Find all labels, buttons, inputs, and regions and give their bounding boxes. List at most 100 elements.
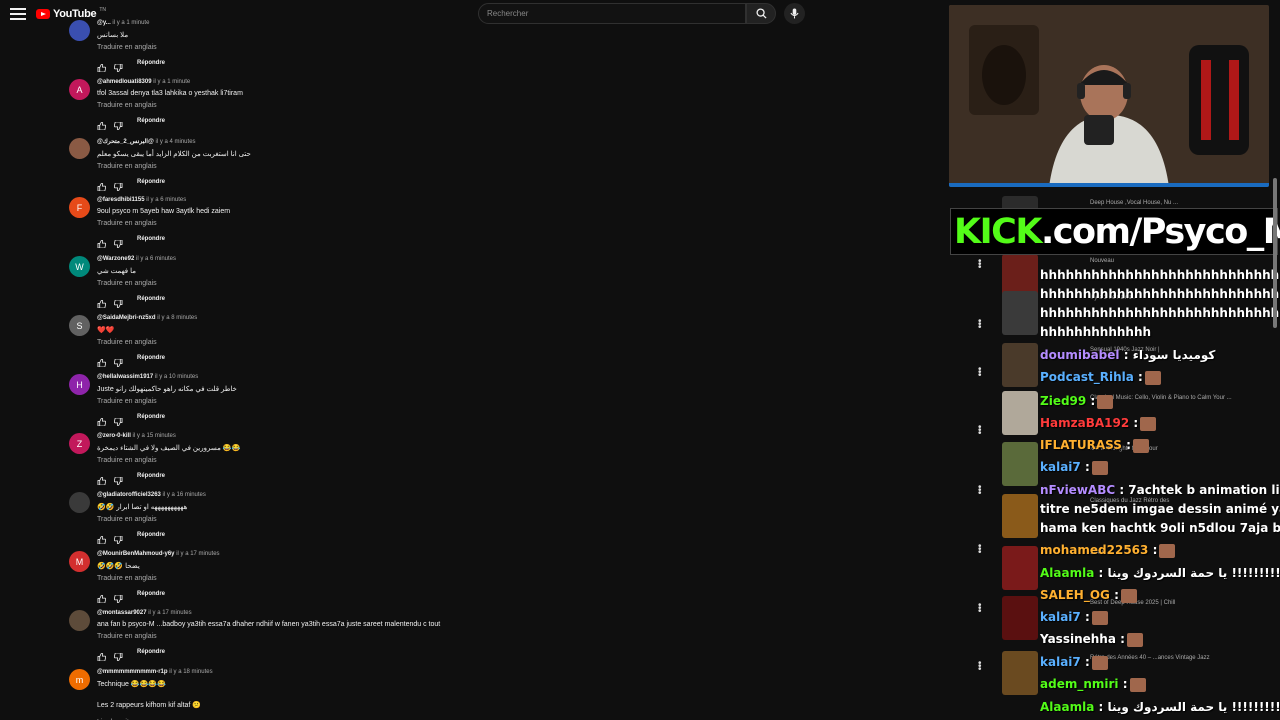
reply-button[interactable]: Répondre [137,236,165,242]
more-actions-icon[interactable]: • • • [978,317,982,333]
comment-time[interactable]: il y a 6 minutes [134,256,176,262]
translate-link[interactable]: Traduire en anglais [97,633,657,640]
commenter-avatar[interactable]: W [69,256,90,277]
comment-time[interactable]: il y a 18 minutes [168,669,212,675]
translate-link[interactable]: Traduire en anglais [97,44,657,51]
thumbs-down-icon[interactable] [113,354,123,368]
comment-author[interactable]: @zero-0-kill [97,433,131,439]
comment-time[interactable]: il y a 6 minutes [145,197,186,203]
translate-link[interactable]: Traduire en anglais [97,163,657,170]
thumbs-down-icon[interactable] [113,178,123,192]
chat-username[interactable]: HamzaBA192 [1040,416,1129,430]
chat-username[interactable]: IFLATURASS [1040,438,1122,452]
youtube-logo[interactable]: YouTube TN [36,7,106,20]
thumbs-up-icon[interactable] [97,413,107,427]
commenter-avatar[interactable]: M [69,551,90,572]
chat-username[interactable]: mohamed22563 [1040,543,1148,557]
thumbs-down-icon[interactable] [113,531,123,545]
comment-author[interactable]: @faresdhibi1155 [97,197,145,203]
thumbs-up-icon[interactable] [97,590,107,604]
commenter-avatar[interactable]: Z [69,433,90,454]
thumbs-up-icon[interactable] [97,472,107,486]
comment-time[interactable]: il y a 8 minutes [156,315,197,321]
translate-link[interactable]: Traduire en anglais [97,339,657,346]
translate-link[interactable]: Traduire en anglais [97,575,657,582]
thumbs-down-icon[interactable] [113,117,123,131]
comment-time[interactable]: il y a 1 minute [152,79,190,85]
thumbs-up-icon[interactable] [97,117,107,131]
comment-author[interactable]: @Warzone92 [97,256,134,262]
reply-button[interactable]: Répondre [137,296,165,302]
recommended-thumbnail[interactable] [1002,546,1038,590]
voice-search-button[interactable] [784,3,805,24]
recommended-title[interactable]: Deep House ,Vocal House, Nu ... [1090,200,1178,206]
recommended-thumbnail[interactable] [1002,343,1038,387]
comment-time[interactable]: il y a 10 minutes [153,374,198,380]
comment-author[interactable]: @SaidaMejbri-nz5xd [97,315,156,321]
reply-button[interactable]: Répondre [137,355,165,361]
reply-button[interactable]: Répondre [137,179,165,185]
chat-username[interactable]: nFviewABC [1040,483,1115,497]
thumbs-down-icon[interactable] [113,648,123,662]
comment-time[interactable]: il y a 16 minutes [161,492,206,498]
translate-link[interactable]: Traduire en anglais [97,220,657,227]
thumbs-down-icon[interactable] [113,295,123,309]
translate-link[interactable]: Traduire en anglais [97,102,657,109]
reply-button[interactable]: Répondre [137,473,165,479]
hamburger-menu-icon[interactable] [10,6,26,22]
comment-author[interactable]: @montassar9027 [97,610,147,616]
translate-link[interactable]: Traduire en anglais [97,457,657,464]
chat-username[interactable]: adem_nmiri [1040,677,1119,691]
recommended-title[interactable]: Nouveau [1090,258,1114,264]
recommended-thumbnail[interactable] [1002,391,1038,435]
more-actions-icon[interactable]: • • • [978,542,982,558]
thumbs-up-icon[interactable] [97,354,107,368]
chat-username[interactable]: kalai7 [1040,610,1081,624]
thumbs-down-icon[interactable] [113,472,123,486]
chat-username[interactable]: Alaamla [1040,700,1094,714]
thumbs-up-icon[interactable] [97,59,107,73]
commenter-avatar[interactable]: A [69,79,90,100]
commenter-avatar[interactable] [69,138,90,159]
more-actions-icon[interactable]: • • • [978,483,982,499]
thumbs-down-icon[interactable] [113,235,123,249]
comment-time[interactable]: il y a 1 minute [111,20,149,26]
chat-username[interactable]: Zied99 [1040,394,1086,408]
chat-username[interactable]: kalai7 [1040,655,1081,669]
recommended-thumbnail[interactable] [1002,651,1038,695]
comment-author[interactable]: @hellalwassim1917 [97,374,153,380]
comment-time[interactable]: il y a 17 minutes [147,610,191,616]
chat-username[interactable]: kalai7 [1040,460,1081,474]
recommended-thumbnail[interactable] [1002,291,1038,335]
comment-author[interactable]: @ahmedlouati8309 [97,79,152,85]
thumbs-down-icon[interactable] [113,413,123,427]
commenter-avatar[interactable] [69,492,90,513]
comment-time[interactable]: il y a 15 minutes [131,433,176,439]
thumbs-down-icon[interactable] [113,590,123,604]
comment-author[interactable]: @y... [97,20,111,26]
more-actions-icon[interactable]: • • • [978,257,982,273]
reply-button[interactable]: Répondre [137,118,165,124]
reply-button[interactable]: Répondre [137,60,165,66]
commenter-avatar[interactable]: F [69,197,90,218]
translate-link[interactable]: Traduire en anglais [97,398,657,405]
comment-time[interactable]: il y a 4 minutes [154,139,196,145]
translate-link[interactable]: Traduire en anglais [97,516,657,523]
recommended-thumbnail[interactable] [1002,494,1038,538]
more-actions-icon[interactable]: • • • [978,423,982,439]
thumbs-up-icon[interactable] [97,531,107,545]
commenter-avatar[interactable]: m [69,669,90,690]
search-button[interactable] [746,3,776,24]
more-actions-icon[interactable]: • • • [978,601,982,617]
thumbs-up-icon[interactable] [97,648,107,662]
recommended-thumbnail[interactable] [1002,442,1038,486]
chat-username[interactable]: Podcast_Rihla [1040,370,1134,384]
reply-button[interactable]: Répondre [137,414,165,420]
chat-username[interactable]: Alaamla [1040,566,1094,580]
thumbs-up-icon[interactable] [97,178,107,192]
comment-author[interactable]: @gladiatorofficiel3263 [97,492,161,498]
scrollbar[interactable] [1273,178,1277,328]
translate-link[interactable]: Traduire en anglais [97,280,657,287]
commenter-avatar[interactable]: H [69,374,90,395]
comment-time[interactable]: il y a 17 minutes [175,551,219,557]
